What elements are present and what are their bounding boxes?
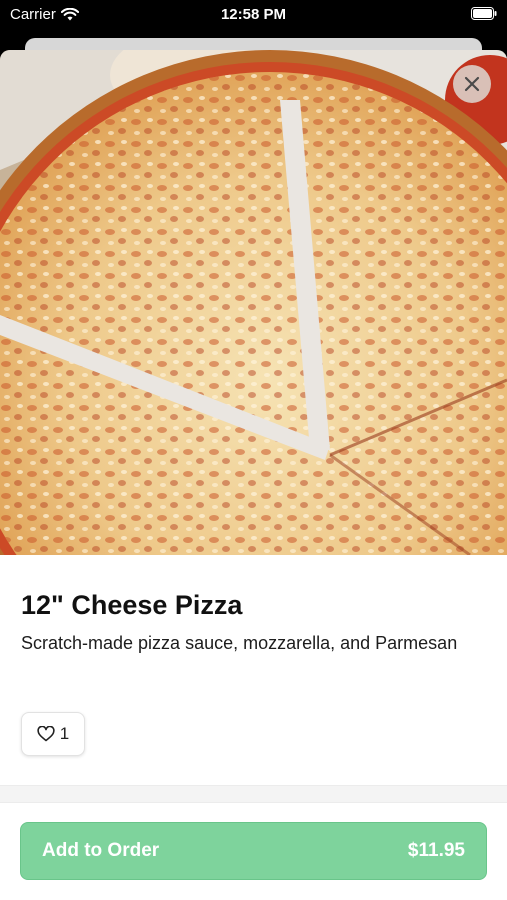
heart-icon: [37, 726, 55, 742]
close-icon: [464, 76, 480, 92]
like-button[interactable]: 1: [21, 712, 85, 756]
battery-icon: [471, 7, 497, 20]
section-divider: [0, 785, 507, 803]
item-photo: [0, 50, 507, 555]
item-description: Scratch-made pizza sauce, mozzarella, an…: [21, 633, 458, 653]
item-info: 12" Cheese Pizza Scratch-made pizza sauc…: [21, 588, 486, 657]
item-price: $11.95: [407, 840, 465, 861]
add-to-order-label: Add to Order: [42, 840, 160, 861]
status-bar: Carrier 12:58 PM: [0, 0, 507, 30]
item-detail-sheet: 12" Cheese Pizza Scratch-made pizza sauc…: [0, 50, 507, 900]
item-title: 12" Cheese Pizza: [21, 590, 243, 620]
status-time: 12:58 PM: [220, 6, 287, 23]
like-count: 1: [59, 724, 70, 743]
add-to-order-button[interactable]: Add to Order $11.95: [20, 822, 487, 880]
close-button[interactable]: [453, 65, 491, 103]
